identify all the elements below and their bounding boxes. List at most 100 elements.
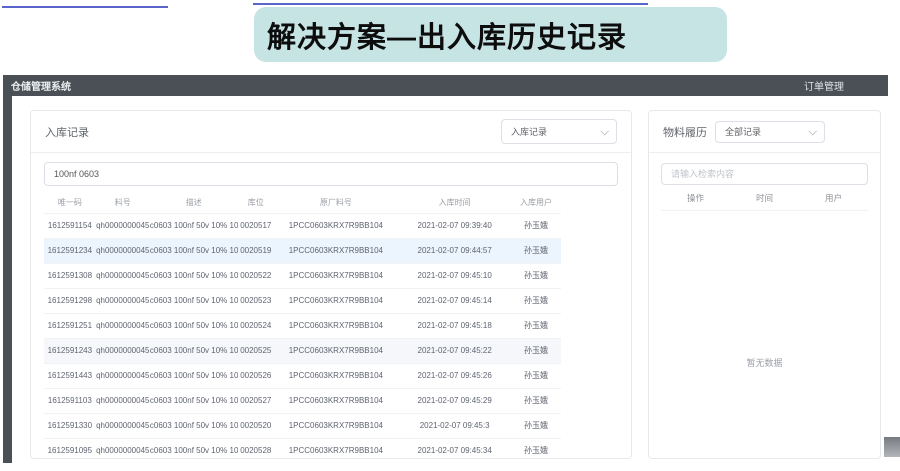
inbound-records-panel: 入库记录 入库记录 唯一码料号描述库位原厂料号入库时间入库用: [30, 110, 632, 459]
table-cell: 0020519: [238, 238, 274, 263]
table-cell: 2021-02-07 09:45:22: [398, 338, 512, 363]
table-cell: c0603 100nf 50v 10% 104: [150, 338, 238, 363]
table-cell: 孙玉娥: [511, 388, 560, 413]
table-cell: c0603 100nf 50v 10% 104: [150, 388, 238, 413]
table-row[interactable]: 1612591234qh0000000045c0603 100nf 50v 10…: [44, 238, 561, 263]
table-cell: 0020528: [238, 438, 274, 463]
top-accent-line-right: [253, 3, 648, 5]
table-cell: 1612591443: [44, 363, 96, 388]
table-cell: 1PCC0603KRX7R9BB104: [274, 238, 398, 263]
table-cell: 2021-02-07 09:44:57: [398, 238, 512, 263]
table-cell: 1PCC0603KRX7R9BB104: [274, 313, 398, 338]
inbound-panel-body: 唯一码料号描述库位原厂料号入库时间入库用户 1612591154qh000000…: [31, 153, 631, 463]
table-cell: qh0000000045: [96, 213, 150, 238]
history-panel-body: 操作时间用户 暂无数据: [649, 153, 880, 421]
table-row[interactable]: 1612591298qh0000000045c0603 100nf 50v 10…: [44, 288, 561, 313]
table-cell: 2021-02-07 09:45:14: [398, 288, 512, 313]
table-cell: c0603 100nf 50v 10% 104: [150, 413, 238, 438]
table-cell: c0603 100nf 50v 10% 104: [150, 363, 238, 388]
slide-title-banner: 解决方案—出入库历史记录: [254, 7, 727, 62]
table-cell: c0603 100nf 50v 10% 104: [150, 288, 238, 313]
history-table-header-row: 操作时间用户: [661, 185, 868, 211]
table-row[interactable]: 1612591243qh0000000045c0603 100nf 50v 10…: [44, 338, 561, 363]
column-header: 料号: [96, 192, 150, 213]
column-header: 时间: [730, 192, 799, 204]
table-cell: qh0000000045: [96, 238, 150, 263]
column-header: 库位: [238, 192, 274, 213]
table-row[interactable]: 1612591251qh0000000045c0603 100nf 50v 10…: [44, 313, 561, 338]
app-content: 入库记录 入库记录 唯一码料号描述库位原厂料号入库时间入库用: [12, 96, 888, 463]
history-filter-value: 全部记录: [725, 125, 761, 138]
material-history-panel: 物料履历 全部记录 操作时间用户 暂无数据: [648, 110, 881, 459]
history-filter-select[interactable]: 全部记录: [715, 121, 825, 143]
table-cell: 0020526: [238, 363, 274, 388]
table-cell: qh0000000045: [96, 288, 150, 313]
app-window: 仓储管理系统 订单管理 移 入库记录 入库记录: [3, 75, 888, 463]
table-cell: 孙玉娥: [511, 338, 560, 363]
app-title: 仓储管理系统: [11, 78, 71, 93]
inbound-panel-header: 入库记录 入库记录: [31, 111, 631, 153]
column-header: 操作: [661, 192, 730, 204]
table-row[interactable]: 1612591095qh0000000045c0603 100nf 50v 10…: [44, 438, 561, 463]
table-cell: 0020522: [238, 263, 274, 288]
table-cell: 2021-02-07 09:45:29: [398, 388, 512, 413]
table-cell: c0603 100nf 50v 10% 104: [150, 313, 238, 338]
table-cell: 孙玉娥: [511, 363, 560, 388]
table-cell: 1PCC0603KRX7R9BB104: [274, 388, 398, 413]
table-row[interactable]: 1612591154qh0000000045c0603 100nf 50v 10…: [44, 213, 561, 238]
inbound-panel-title: 入库记录: [45, 124, 89, 140]
table-cell: 1PCC0603KRX7R9BB104: [274, 288, 398, 313]
history-search-input[interactable]: [661, 163, 868, 185]
table-cell: 0020527: [238, 388, 274, 413]
table-cell: qh0000000045: [96, 413, 150, 438]
column-header: 入库时间: [398, 192, 512, 213]
nav-item-order-management[interactable]: 订单管理: [804, 78, 844, 93]
table-row[interactable]: 1612591443qh0000000045c0603 100nf 50v 10…: [44, 363, 561, 388]
column-header: 原厂料号: [274, 192, 398, 213]
table-cell: c0603 100nf 50v 10% 104: [150, 438, 238, 463]
inbound-table: 唯一码料号描述库位原厂料号入库时间入库用户 1612591154qh000000…: [44, 192, 561, 463]
table-cell: 0020517: [238, 213, 274, 238]
table-cell: qh0000000045: [96, 263, 150, 288]
table-row[interactable]: 1612591330qh0000000045c0603 100nf 50v 10…: [44, 413, 561, 438]
scrollbar-thumb[interactable]: [884, 437, 900, 457]
table-cell: 孙玉娥: [511, 238, 560, 263]
table-row[interactable]: 1612591103qh0000000045c0603 100nf 50v 10…: [44, 388, 561, 413]
table-cell: 2021-02-07 09:45:3: [398, 413, 512, 438]
table-cell: 孙玉娥: [511, 213, 560, 238]
record-type-value: 入库记录: [511, 125, 547, 138]
table-cell: 1PCC0603KRX7R9BB104: [274, 338, 398, 363]
column-header: 用户: [799, 192, 868, 204]
inbound-table-body: 1612591154qh0000000045c0603 100nf 50v 10…: [44, 213, 561, 463]
inbound-search-input[interactable]: [44, 162, 618, 186]
table-cell: qh0000000045: [96, 388, 150, 413]
table-cell: 0020524: [238, 313, 274, 338]
slide-title: 解决方案—出入库历史记录: [267, 14, 627, 56]
table-cell: 孙玉娥: [511, 413, 560, 438]
table-cell: 1612591103: [44, 388, 96, 413]
table-cell: qh0000000045: [96, 338, 150, 363]
table-cell: 2021-02-07 09:39:40: [398, 213, 512, 238]
chevron-down-icon: [808, 127, 816, 135]
table-cell: 1612591308: [44, 263, 96, 288]
table-cell: qh0000000045: [96, 313, 150, 338]
table-cell: 0020520: [238, 413, 274, 438]
column-header: 入库用户: [511, 192, 560, 213]
table-cell: 1612591154: [44, 213, 96, 238]
chevron-down-icon: [600, 127, 608, 135]
history-panel-title: 物料履历: [663, 124, 707, 140]
table-cell: qh0000000045: [96, 438, 150, 463]
table-cell: 0020525: [238, 338, 274, 363]
record-type-select[interactable]: 入库记录: [501, 119, 617, 144]
table-cell: c0603 100nf 50v 10% 104: [150, 263, 238, 288]
table-cell: c0603 100nf 50v 10% 104: [150, 213, 238, 238]
column-header: 唯一码: [44, 192, 96, 213]
table-cell: 孙玉娥: [511, 313, 560, 338]
table-cell: 2021-02-07 09:45:26: [398, 363, 512, 388]
no-data-text: 暂无数据: [746, 356, 782, 369]
table-cell: 1612591243: [44, 338, 96, 363]
table-cell: 1612591095: [44, 438, 96, 463]
table-row[interactable]: 1612591308qh0000000045c0603 100nf 50v 10…: [44, 263, 561, 288]
app-nav: 订单管理 移: [804, 78, 888, 93]
history-panel-header: 物料履历 全部记录: [649, 111, 880, 153]
